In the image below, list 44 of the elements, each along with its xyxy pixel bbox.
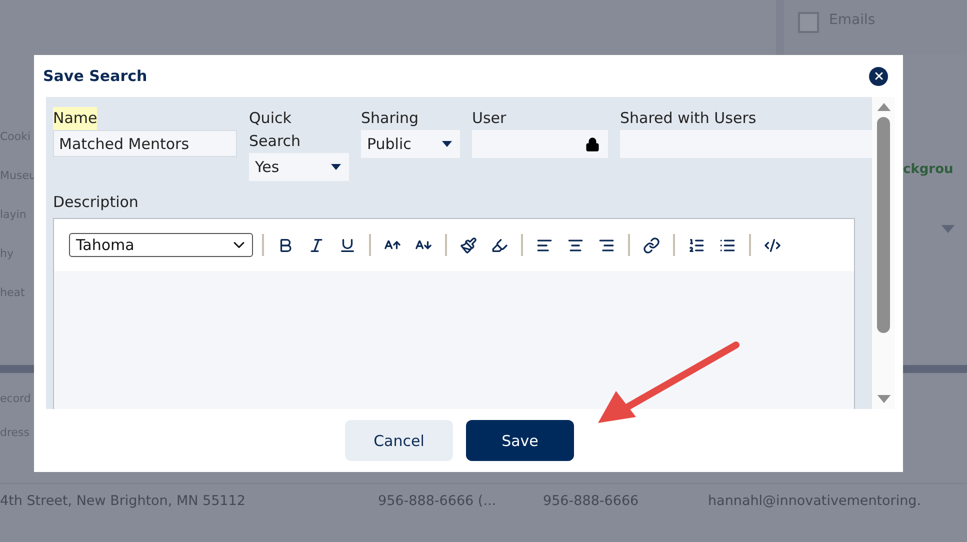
table-cell-text: 956-888-6666 (... [378,493,498,509]
dropdown-value: Yes [255,158,280,176]
field-label: User [472,108,506,129]
scrollbar[interactable] [872,97,895,409]
close-icon [872,70,884,82]
dropdown[interactable]: Public [361,130,460,158]
dropdown-value: Public [367,135,412,153]
field-label: Shared with Users [620,108,756,129]
lock-icon [585,136,600,152]
caret-icon [941,225,955,233]
caret-icon [331,164,341,170]
field-label: Description [53,192,138,213]
save-button[interactable]: Save [466,420,574,461]
align-center-icon [567,236,584,254]
highlighter-icon [491,236,508,254]
dropdown[interactable]: Yes [249,153,349,181]
numbered-list-icon [688,236,705,254]
user-field[interactable] [472,130,608,158]
field-label: Quick Search [249,108,301,152]
font-select[interactable]: Tahoma [69,233,253,257]
caret-icon [442,141,452,147]
align-left-icon [536,236,553,254]
link-icon [643,236,660,254]
field-label: Name [53,107,98,130]
table-cell-text: hannahl@innovativementoring. [708,493,922,509]
scroll-up-icon[interactable] [876,103,890,111]
name-input[interactable]: Matched Mentors [53,130,237,157]
underline-icon [339,236,356,254]
cancel-button[interactable]: Cancel [345,420,453,461]
code-icon [764,236,781,254]
rich-text-editor[interactable]: Tahoma [53,218,855,409]
checkbox[interactable] [798,12,819,33]
dialog-title: Save Search [43,67,148,85]
table-cell-text: 956-888-6666 [543,493,640,509]
align-right-icon [598,236,615,254]
paintbrush-icon [460,236,477,254]
field-label: Sharing [361,108,419,129]
scroll-down-icon[interactable] [876,395,890,403]
italic-icon [308,236,325,254]
section-heading: ckgrou [903,162,954,177]
close-button[interactable] [869,66,888,86]
scroll-thumb[interactable] [877,117,890,333]
table-cell-text: 4th Street, New Brighton, MN 55112 [0,493,246,509]
bullet-list-icon [719,236,736,254]
